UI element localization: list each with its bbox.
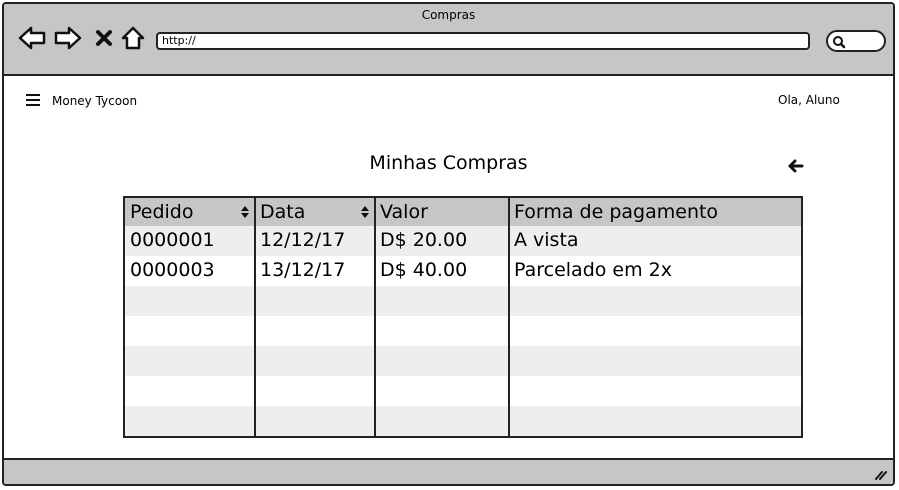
table-row-empty — [125, 346, 801, 376]
column-header-pedido[interactable]: Pedido — [125, 198, 255, 226]
sort-icon[interactable] — [361, 206, 369, 218]
close-icon[interactable] — [90, 24, 118, 52]
app-name: Money Tycoon — [52, 94, 138, 108]
purchases-table: Pedido Data Valor Forma de pagamento 000… — [123, 196, 803, 438]
search-icon — [833, 36, 846, 49]
browser-window: Compras http:// Money Tycoon Ola, Aluno … — [2, 2, 895, 486]
column-header-forma-de-pagamento[interactable]: Forma de pagamento — [509, 198, 801, 226]
back-arrow-icon[interactable] — [18, 24, 46, 52]
table-row-empty — [125, 316, 801, 346]
window-title: Compras — [421, 8, 476, 22]
address-bar[interactable]: http:// — [156, 32, 810, 50]
resize-grip-icon[interactable] — [873, 468, 887, 480]
table-cell: 0000001 — [130, 229, 215, 251]
status-bar — [4, 458, 893, 484]
table-cell: 12/12/17 — [260, 229, 346, 251]
table-row-empty — [125, 376, 801, 406]
back-icon[interactable] — [786, 156, 806, 176]
column-divider — [374, 198, 376, 436]
page-title: Minhas Compras — [369, 152, 528, 174]
column-header-data[interactable]: Data — [255, 198, 375, 226]
browser-search-box[interactable] — [826, 30, 886, 52]
column-divider — [254, 198, 256, 436]
table-cell: 13/12/17 — [260, 259, 346, 281]
table-cell: 0000003 — [130, 259, 215, 281]
table-row[interactable]: 0000001 12/12/17 D$ 20.00 A vista — [125, 226, 801, 256]
table-row-empty — [125, 286, 801, 316]
column-header-valor[interactable]: Valor — [375, 198, 509, 226]
sort-icon[interactable] — [241, 206, 249, 218]
table-cell: A vista — [514, 229, 579, 251]
table-cell: Parcelado em 2x — [514, 259, 672, 281]
home-icon[interactable] — [119, 24, 147, 52]
table-cell: D$ 20.00 — [380, 229, 468, 251]
table-row[interactable]: 0000003 13/12/17 D$ 40.00 Parcelado em 2… — [125, 256, 801, 286]
forward-arrow-icon[interactable] — [54, 24, 82, 52]
table-header: Pedido Data Valor Forma de pagamento — [125, 198, 801, 226]
table-row-empty — [125, 406, 801, 436]
user-greeting[interactable]: Ola, Aluno — [778, 93, 840, 107]
hamburger-menu-icon[interactable] — [26, 94, 40, 106]
browser-toolbar: Compras http:// — [4, 4, 893, 76]
column-divider — [508, 198, 510, 436]
table-cell: D$ 40.00 — [380, 259, 468, 281]
